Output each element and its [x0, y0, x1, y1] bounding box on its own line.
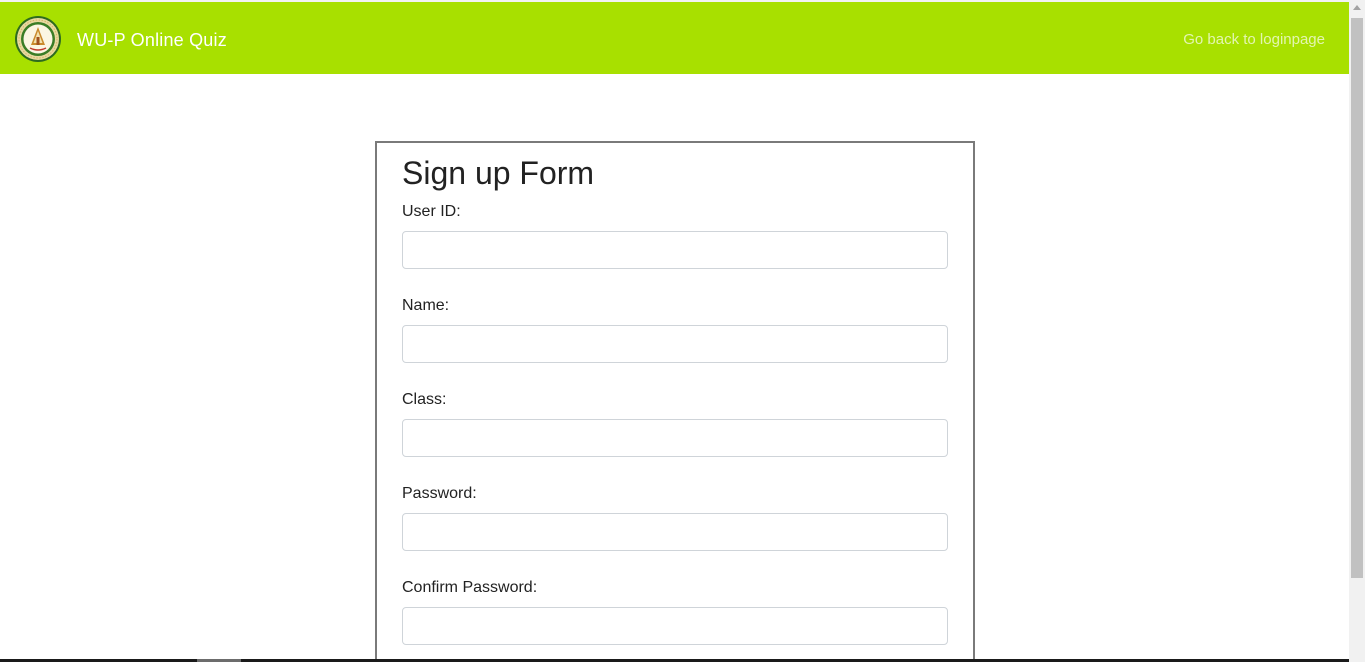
page: WU-P Online Quiz Go back to loginpage Si… [0, 0, 1349, 662]
class-label: Class: [402, 391, 447, 408]
signup-form: Sign up Form User ID: Name: Class: Passw… [375, 141, 975, 662]
form-title: Sign up Form [402, 155, 595, 191]
navbar: WU-P Online Quiz Go back to loginpage [0, 2, 1349, 74]
go-back-to-login-link[interactable]: Go back to loginpage [1183, 31, 1325, 49]
user-id-label: User ID: [402, 203, 461, 220]
vertical-scrollbar[interactable] [1349, 0, 1365, 662]
name-label: Name: [402, 297, 450, 314]
scroll-up-arrow-icon[interactable] [1353, 5, 1361, 10]
password-label: Password: [402, 485, 477, 502]
confirm-password-label: Confirm Password: [402, 579, 538, 596]
user-id-input[interactable] [402, 231, 948, 269]
class-input[interactable] [402, 419, 948, 457]
password-input[interactable] [402, 513, 948, 551]
brand-title[interactable]: WU-P Online Quiz [77, 29, 227, 51]
scrollbar-thumb[interactable] [1351, 18, 1363, 578]
name-input[interactable] [402, 325, 948, 363]
university-seal-logo-icon[interactable] [14, 15, 62, 63]
confirm-password-input[interactable] [402, 607, 948, 645]
